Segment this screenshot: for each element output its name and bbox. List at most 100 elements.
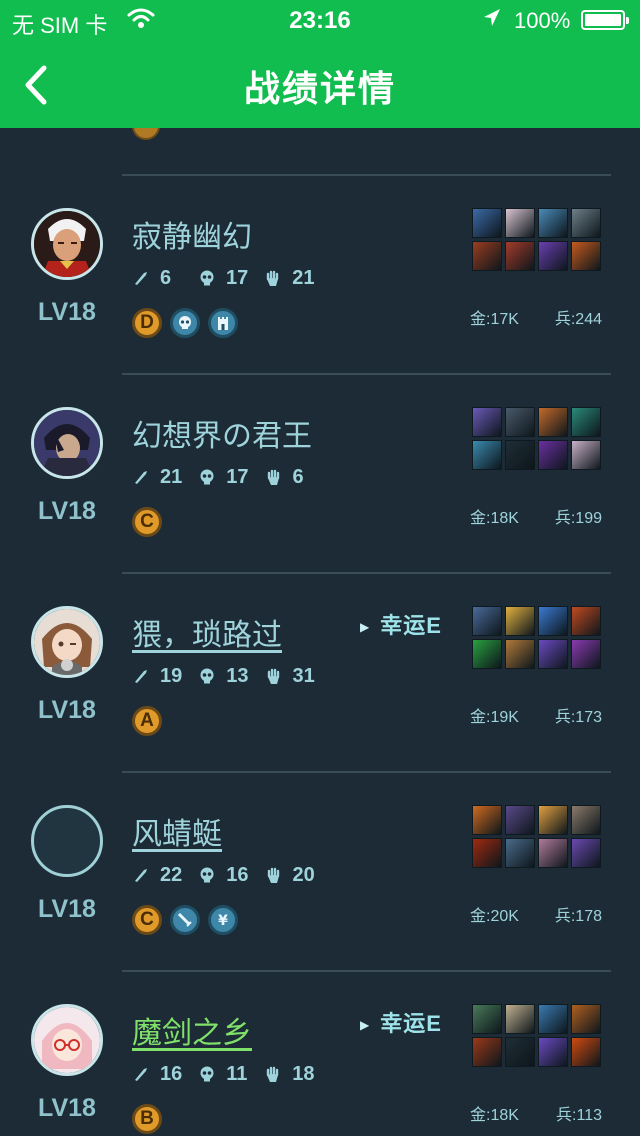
lucky-tag: ▶ 幸运E [360,1006,442,1038]
item-slot[interactable] [538,1037,568,1067]
badge-row: C [132,507,162,537]
lucky-text: 幸运E [380,1011,442,1036]
gold-stat: 金:18K [470,1107,519,1124]
match-detail-list[interactable]: LV18 寂静幽幻 6 17 21 D 金:17K 兵:244 LV18 幻想界の君王 21 17 6 C… [0,128,640,1136]
player-avatar[interactable] [31,1004,103,1076]
player-avatar[interactable] [31,407,103,479]
item-slot[interactable] [538,208,568,238]
item-slot[interactable] [472,208,502,238]
item-slot[interactable] [472,1004,502,1034]
item-slot[interactable] [505,440,535,470]
player-row[interactable]: LV18 猥，琐路过 19 13 31 A ▶ 幸运E 金:19K 兵:173 [0,576,640,776]
item-slot[interactable] [571,639,601,669]
assists-value: 6 [292,465,304,488]
assist-hand-icon [267,867,279,883]
item-slot[interactable] [505,208,535,238]
assist-hand-icon [267,1066,279,1082]
item-slot[interactable] [538,241,568,271]
player-level: LV18 [38,1094,96,1122]
kda-stats: 21 17 6 [132,464,331,490]
item-slot[interactable] [571,440,601,470]
gold-stat: 金:18K [470,510,519,527]
item-grid [472,805,602,868]
item-slot[interactable] [472,440,502,470]
badge-row: D [132,308,238,338]
player-level: LV18 [38,497,96,525]
play-arrow-icon: ▶ [360,1018,371,1033]
kills-value: 21 [160,465,183,488]
minion-stat: 兵:173 [554,709,602,726]
item-slot[interactable] [505,606,535,636]
player-row[interactable]: LV18 魔剑之乡 16 11 18 B ▶ 幸运E 金:18K 兵:113 [0,974,640,1136]
item-slot[interactable] [571,805,601,835]
location-arrow-icon [484,9,500,26]
item-slot[interactable] [538,838,568,868]
player-avatar[interactable] [31,805,103,877]
item-slot[interactable] [505,639,535,669]
player-name[interactable]: 风蜻蜓 [132,809,222,853]
item-slot[interactable] [505,805,535,835]
item-slot[interactable] [538,805,568,835]
item-slot[interactable] [538,606,568,636]
item-slot[interactable] [571,407,601,437]
gold-stat: 金:20K [470,908,519,925]
item-slot[interactable] [571,838,601,868]
yen-icon: ¥ [208,905,238,935]
item-slot[interactable] [571,208,601,238]
item-slot[interactable] [472,838,502,868]
kda-stats: 19 13 31 [132,663,331,689]
item-slot[interactable] [571,241,601,271]
player-level: LV18 [38,298,96,326]
item-slot[interactable] [505,838,535,868]
item-slot[interactable] [571,1037,601,1067]
assist-hand-icon [267,270,279,286]
player-name[interactable]: 寂静幽幻 [132,212,252,256]
item-slot[interactable] [472,241,502,271]
kills-value: 16 [160,1062,183,1085]
kills-value: 22 [160,863,183,886]
player-row[interactable]: LV18 寂静幽幻 6 17 21 D 金:17K 兵:244 [0,178,640,378]
item-slot[interactable] [505,1037,535,1067]
player-name[interactable]: 猥，琐路过 [132,610,282,654]
player-avatar[interactable] [31,606,103,678]
item-slot[interactable] [505,241,535,271]
item-grid [472,1004,602,1067]
item-slot[interactable] [538,1004,568,1034]
grade-badge-partial [132,128,160,140]
deaths-value: 17 [226,465,249,488]
divider [122,970,611,972]
item-slot[interactable] [472,639,502,669]
item-slot[interactable] [571,606,601,636]
deaths-value: 16 [226,863,249,886]
assists-value: 21 [292,266,315,289]
gold-stat: 金:17K [470,311,519,328]
death-skull-icon [200,270,214,286]
item-slot[interactable] [472,606,502,636]
player-row[interactable]: LV18 风蜻蜓 22 16 20 C ¥ 金:20K 兵:178 [0,775,640,975]
player-row[interactable]: LV18 幻想界の君王 21 17 6 C 金:18K 兵:199 [0,377,640,577]
navigation-bar: 无 SIM 卡 23:16 100% 战绩详情 [0,0,640,128]
item-grid [472,208,602,271]
item-slot[interactable] [538,639,568,669]
kills-value: 19 [160,664,183,687]
lucky-text: 幸运E [380,613,442,638]
kill-icon [135,1068,147,1081]
divider [122,174,611,176]
item-slot[interactable] [472,1037,502,1067]
player-name[interactable]: 魔剑之乡 [132,1008,252,1052]
deaths-value: 13 [226,664,249,687]
assist-hand-icon [267,469,279,485]
minion-stat: 兵:199 [554,510,602,527]
item-slot[interactable] [505,1004,535,1034]
item-slot[interactable] [472,407,502,437]
player-avatar[interactable] [31,208,103,280]
item-slot[interactable] [472,805,502,835]
player-name[interactable]: 幻想界の君王 [132,411,312,455]
item-slot[interactable] [538,440,568,470]
kill-icon [135,272,147,285]
item-slot[interactable] [505,407,535,437]
item-slot[interactable] [571,1004,601,1034]
minion-stat: 兵:178 [554,908,602,925]
kda-stats: 6 17 21 [132,265,331,291]
item-slot[interactable] [538,407,568,437]
